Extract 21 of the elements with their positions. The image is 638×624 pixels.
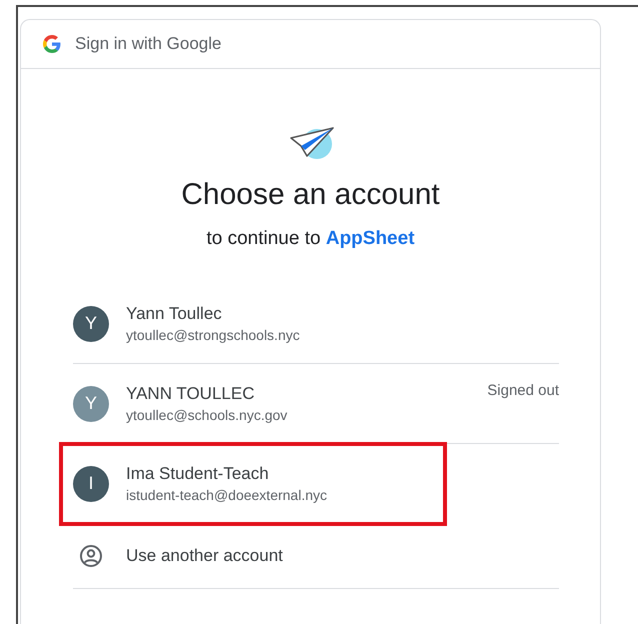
account-item[interactable]: Y Yann Toullec ytoullec@strongschools.nyc	[73, 284, 559, 364]
heading: Choose an account	[181, 178, 440, 212]
avatar: Y	[73, 386, 109, 422]
account-email: ytoullec@strongschools.nyc	[126, 327, 300, 343]
user-circle-icon	[79, 544, 103, 568]
account-email: ytoullec@schools.nyc.gov	[126, 407, 288, 423]
account-item[interactable]: Y YANN TOULLEC ytoullec@schools.nyc.gov Signed out	[73, 364, 559, 444]
header-title: Sign in with Google	[75, 34, 222, 54]
google-logo-icon	[43, 35, 61, 53]
account-item[interactable]: I Ima Student-Teach istudent-teach@doeexternal.nyc	[61, 444, 445, 524]
use-another-account-item[interactable]: Use another account	[73, 524, 559, 589]
account-name: YANN TOULLEC	[126, 384, 254, 404]
account-name: Yann Toullec	[126, 304, 222, 324]
subtitle: to continue to AppSheet	[206, 228, 415, 250]
account-email: istudent-teach@doeexternal.nyc	[126, 487, 327, 503]
account-name: Ima Student-Teach	[126, 464, 269, 484]
account-status: Signed out	[487, 382, 559, 399]
avatar: Y	[73, 306, 109, 342]
other-account-label: Use another account	[126, 546, 283, 566]
avatar: I	[73, 466, 109, 502]
app-name-link[interactable]: AppSheet	[326, 228, 415, 249]
